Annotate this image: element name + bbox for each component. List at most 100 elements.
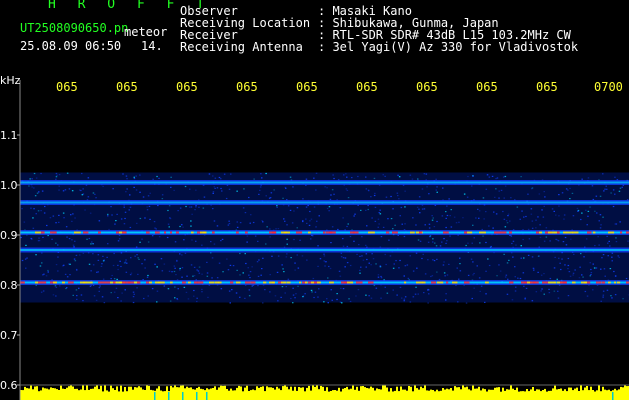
amplitude-bar (116, 386, 118, 400)
amplitude-bar (344, 388, 346, 400)
noise-speckle (129, 206, 132, 208)
amplitude-bar (606, 390, 608, 400)
amplitude-bar (432, 390, 434, 400)
noise-speckle (572, 215, 575, 217)
noise-speckle (35, 254, 37, 256)
noise-speckle (216, 277, 219, 279)
noise-speckle (228, 290, 231, 292)
noise-speckle (40, 210, 42, 212)
noise-speckle (382, 226, 385, 228)
noise-speckle (297, 267, 300, 269)
amplitude-bar (384, 385, 386, 400)
amplitude-bar (406, 390, 408, 400)
noise-speckle (236, 221, 238, 223)
noise-speckle (502, 210, 504, 213)
noise-speckle (493, 211, 495, 213)
noise-speckle (406, 264, 409, 266)
amplitude-bar (508, 389, 510, 400)
amplitude-bar (380, 389, 382, 400)
noise-speckle (268, 197, 271, 199)
noise-speckle (147, 274, 149, 277)
noise-speckle (112, 264, 115, 267)
noise-speckle (31, 186, 33, 188)
noise-speckle (523, 257, 525, 259)
noise-speckle (156, 290, 159, 292)
noise-speckle (594, 245, 596, 247)
noise-speckle (415, 252, 418, 254)
noise-speckle (318, 215, 320, 217)
noise-speckle (506, 262, 509, 264)
noise-speckle (38, 191, 40, 193)
noise-speckle (64, 273, 67, 275)
amplitude-bar (128, 386, 130, 400)
x-tick-label: 065 (536, 80, 558, 94)
amplitude-bar (250, 390, 252, 400)
noise-speckle (144, 267, 146, 269)
noise-speckle (40, 172, 42, 175)
noise-speckle (74, 260, 77, 262)
noise-speckle (323, 301, 325, 303)
noise-speckle (292, 294, 295, 296)
noise-speckle (193, 289, 195, 292)
noise-speckle (179, 269, 181, 271)
noise-speckle (613, 270, 615, 273)
band-hot (149, 281, 152, 284)
noise-speckle (259, 189, 261, 191)
band-hot (353, 231, 359, 234)
noise-speckle (156, 301, 158, 303)
noise-speckle (227, 269, 230, 271)
noise-speckle (66, 236, 68, 238)
noise-speckle (584, 290, 587, 293)
noise-speckle (592, 198, 595, 201)
amplitude-bar (152, 390, 154, 400)
noise-speckle (126, 178, 128, 180)
noise-speckle (174, 241, 177, 243)
noise-speckle (347, 223, 349, 225)
noise-speckle (592, 289, 594, 291)
noise-speckle (277, 228, 280, 230)
noise-speckle (484, 301, 486, 303)
noise-speckle (87, 177, 90, 179)
amplitude-bar (378, 389, 380, 400)
band-hot (191, 231, 194, 234)
noise-speckle (193, 295, 195, 297)
band-hot (308, 231, 311, 234)
noise-speckle (510, 197, 512, 199)
noise-speckle (403, 235, 406, 238)
noise-speckle (417, 293, 419, 295)
amplitude-bar (528, 391, 530, 400)
amplitude-bar (254, 390, 256, 400)
noise-speckle (117, 264, 119, 266)
noise-speckle (261, 220, 263, 222)
amplitude-bar (368, 388, 370, 400)
noise-speckle (608, 240, 610, 242)
amplitude-bar (418, 389, 420, 400)
amplitude-bar (590, 386, 592, 400)
amplitude-bar (120, 385, 122, 400)
noise-speckle (185, 205, 187, 208)
noise-speckle (248, 196, 250, 199)
amplitude-bar (460, 389, 462, 400)
noise-speckle (332, 174, 334, 176)
noise-speckle (232, 265, 235, 267)
noise-speckle (154, 263, 156, 265)
noise-speckle (95, 197, 97, 199)
noise-speckle (431, 275, 434, 277)
noise-speckle (249, 271, 252, 273)
noise-speckle (581, 212, 583, 214)
amplitude-bar (364, 387, 366, 400)
noise-speckle (25, 244, 27, 246)
amplitude-bar (236, 387, 238, 400)
amplitude-bar (626, 386, 628, 400)
noise-speckle (265, 195, 267, 197)
noise-speckle (525, 215, 527, 218)
noise-speckle (340, 256, 343, 258)
noise-speckle (576, 207, 579, 209)
amplitude-bar (312, 385, 314, 400)
band-hot (587, 231, 592, 234)
noise-speckle (438, 278, 441, 281)
band-hot (485, 281, 489, 284)
noise-speckle (317, 296, 319, 298)
noise-speckle (262, 257, 264, 259)
amplitude-bar (256, 386, 258, 400)
